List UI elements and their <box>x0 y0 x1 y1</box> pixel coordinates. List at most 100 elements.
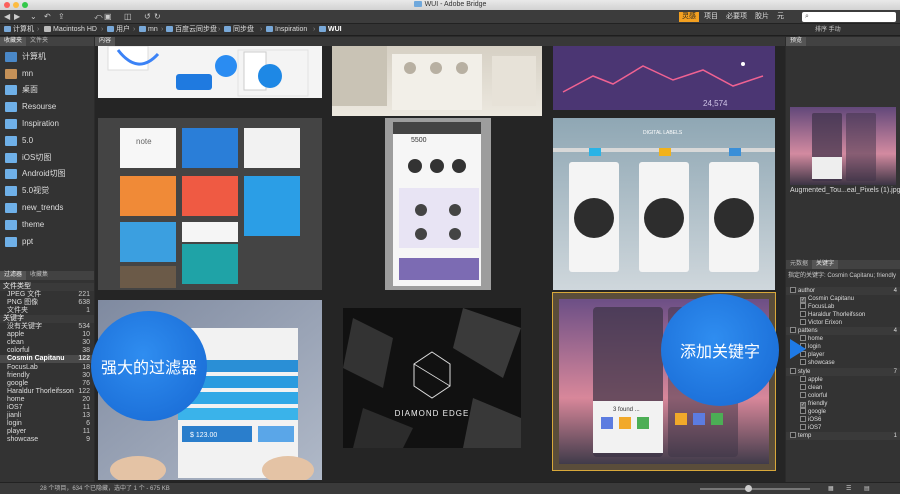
filter-item[interactable]: clean 30 <box>0 339 94 347</box>
crumb-baidu[interactable]: 百度云同步盘 <box>166 24 217 36</box>
tab-metadata[interactable]: 元数据 <box>786 260 812 269</box>
filter-item[interactable]: friendly 30 <box>0 372 94 380</box>
thumbnail[interactable]: DIGITAL LABELS <box>553 118 775 290</box>
favorite-item[interactable]: 5.0视觉 <box>0 183 94 199</box>
checkbox-icon[interactable] <box>800 391 806 398</box>
tab-collections[interactable]: 收藏集 <box>26 271 52 280</box>
refine-icon[interactable]: ◫ <box>124 12 132 22</box>
keyword-item[interactable]: Victor Erixon <box>786 319 900 327</box>
details-view-icon[interactable]: ▤ <box>864 483 870 494</box>
zoom-window-icon[interactable] <box>22 2 28 8</box>
filter-item[interactable]: FocusLab 18 <box>0 364 94 372</box>
tab-favorites[interactable]: 收藏夹 <box>0 37 27 46</box>
favorite-item[interactable]: new_trends <box>0 200 94 216</box>
checkbox-icon[interactable] <box>790 431 796 438</box>
filter-item[interactable]: apple 10 <box>0 331 94 339</box>
checkbox-icon[interactable] <box>800 375 806 382</box>
checkbox-icon[interactable] <box>800 319 806 326</box>
filter-item[interactable]: PNG 图像 638 <box>0 299 94 307</box>
search-input[interactable]: ⌕ <box>802 12 896 22</box>
sort-menu[interactable]: 排序 手动 <box>815 24 841 36</box>
thumbnail[interactable]: DIAMOND EDGE <box>343 308 521 448</box>
keyword-item[interactable]: google <box>786 407 900 416</box>
filter-item[interactable]: Cosmin Capitanu 122 <box>0 355 94 364</box>
favorite-item[interactable]: 桌面 <box>0 82 94 98</box>
workspace-tab-inspiration[interactable]: 灵感 <box>679 12 699 22</box>
crumb-computer[interactable]: 计算机 <box>4 24 34 36</box>
checkbox-icon[interactable] <box>800 311 806 318</box>
filter-item[interactable]: jianli 13 <box>0 412 94 420</box>
favorite-item[interactable]: Resourse <box>0 99 94 115</box>
thumbnail[interactable]: 24,574 <box>553 46 775 110</box>
thumbnail[interactable]: note <box>98 118 322 290</box>
filter-item[interactable]: JPEG 文件 221 <box>0 291 94 299</box>
favorite-item[interactable]: theme <box>0 217 94 233</box>
favorite-item[interactable]: ppt <box>0 234 94 250</box>
tab-keywords[interactable]: 关键字 <box>812 260 839 269</box>
tab-folders[interactable]: 文件夹 <box>26 37 52 46</box>
tab-content[interactable]: 内容 <box>95 37 116 46</box>
filter-item[interactable]: showcase 9 <box>0 436 94 444</box>
checkbox-icon[interactable] <box>800 415 806 422</box>
thumbnail-size-slider[interactable] <box>700 488 810 490</box>
favorite-item[interactable]: Android切图 <box>0 166 94 182</box>
filter-item[interactable]: 文件夹 1 <box>0 307 94 315</box>
rotate-left-icon[interactable]: ↺ <box>144 12 151 22</box>
workspace-tab-filmstrip[interactable]: 胶片 <box>752 12 772 22</box>
filter-item[interactable]: iOS7 11 <box>0 404 94 412</box>
return-icon[interactable]: ↶ <box>44 12 51 22</box>
filter-item[interactable]: Haraldur Thorleifsson 122 <box>0 388 94 396</box>
crumb-wui[interactable]: WUI <box>319 24 342 36</box>
filter-item[interactable]: home 20 <box>0 396 94 404</box>
forward-icon[interactable]: ▶ <box>14 12 20 22</box>
crumb-home[interactable]: mn <box>139 24 158 36</box>
crumb-inspiration[interactable]: Inspiration <box>266 24 307 36</box>
keyword-category[interactable]: pattens 4 <box>786 327 900 336</box>
checkbox-icon[interactable] <box>800 407 806 414</box>
filter-category[interactable]: 文件类型 <box>0 283 94 291</box>
keyword-category[interactable]: temp 1 <box>786 431 900 440</box>
thumbnail[interactable] <box>332 46 542 116</box>
keyword-item[interactable]: ✓ Cosmin Capitanu <box>786 295 900 304</box>
filter-category[interactable]: 关键字 <box>0 315 94 324</box>
keyword-item[interactable]: clean <box>786 383 900 392</box>
favorite-item[interactable]: Inspiration <box>0 116 94 132</box>
workspace-tab-metadata[interactable]: 元 <box>774 12 787 22</box>
favorite-item[interactable]: 计算机 <box>0 49 94 65</box>
keyword-category[interactable]: style 7 <box>786 367 900 376</box>
grid-view-icon[interactable]: ▦ <box>828 483 834 494</box>
close-window-icon[interactable] <box>4 2 10 8</box>
favorite-item[interactable]: iOS切图 <box>0 150 94 166</box>
checkbox-icon[interactable] <box>790 367 796 374</box>
boomerang-icon[interactable]: ⤺ <box>94 12 103 22</box>
workspace-tab-essentials[interactable]: 必要项 <box>723 12 750 22</box>
workspace-tab-project[interactable]: 项目 <box>701 12 721 22</box>
history-icon[interactable]: ⌄ <box>30 12 37 22</box>
favorite-item[interactable]: 5.0 <box>0 133 94 149</box>
filter-item[interactable]: colorful 38 <box>0 347 94 355</box>
rotate-right-icon[interactable]: ↻ <box>154 12 161 22</box>
tab-preview[interactable]: 预览 <box>786 37 807 46</box>
checkbox-icon[interactable] <box>800 303 806 310</box>
list-view-icon[interactable]: ☰ <box>846 483 851 494</box>
checkbox-icon[interactable] <box>800 423 806 430</box>
reveal-icon[interactable]: ⇪ <box>58 12 65 22</box>
keyword-item[interactable]: ✓ friendly <box>786 400 900 408</box>
checkbox-icon[interactable] <box>790 287 796 293</box>
keyword-item[interactable]: showcase <box>786 359 900 367</box>
filter-item[interactable]: google 76 <box>0 380 94 388</box>
minimize-window-icon[interactable] <box>13 2 19 8</box>
keyword-item[interactable]: Haraldur Thorleifsson <box>786 311 900 319</box>
favorite-item[interactable]: mn <box>0 66 94 82</box>
filter-item[interactable]: player 11 <box>0 428 94 436</box>
keyword-category[interactable]: author 4 <box>786 287 900 295</box>
crumb-users[interactable]: 用户 <box>107 24 130 36</box>
keyword-item[interactable]: iOS6 <box>786 415 900 424</box>
slider-handle[interactable] <box>745 485 752 492</box>
checkbox-icon[interactable] <box>790 327 796 334</box>
tab-filter[interactable]: 过滤器 <box>0 271 27 280</box>
thumbnail[interactable]: 5500 <box>385 118 491 290</box>
back-icon[interactable]: ◀ <box>4 12 10 22</box>
crumb-disk[interactable]: Macintosh HD <box>44 24 97 36</box>
checkbox-icon[interactable] <box>800 359 806 366</box>
